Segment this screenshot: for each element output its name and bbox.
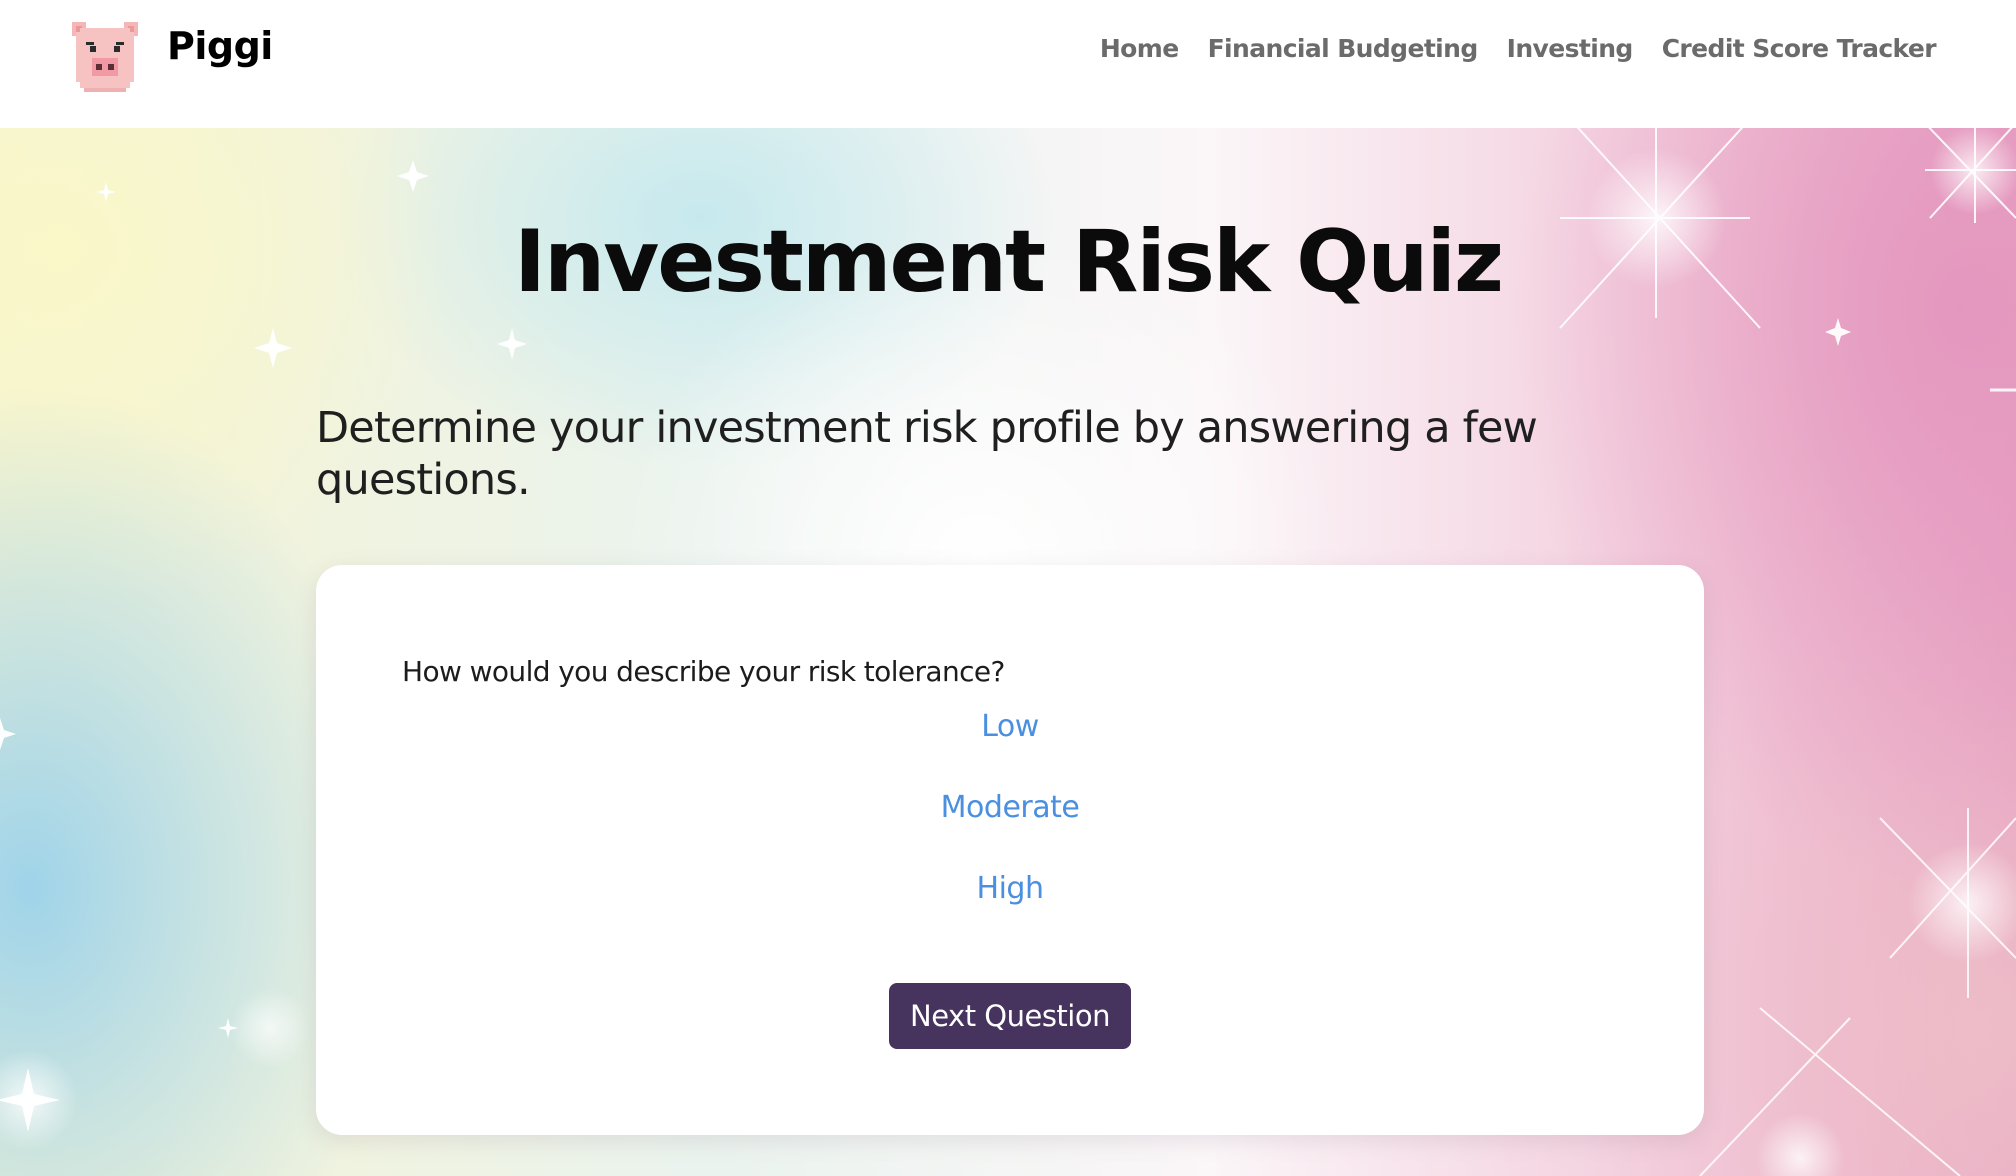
option-low[interactable]: Low	[981, 709, 1039, 790]
nav-financial-budgeting[interactable]: Financial Budgeting	[1208, 34, 1479, 63]
pig-icon[interactable]	[72, 20, 138, 92]
quiz-options: Low Moderate High	[316, 709, 1704, 952]
quiz-question: How would you describe your risk toleran…	[402, 655, 1005, 688]
page-subtitle: Determine your investment risk profile b…	[316, 403, 1538, 505]
nav-home[interactable]: Home	[1100, 34, 1179, 63]
next-question-button[interactable]: Next Question	[889, 983, 1131, 1049]
nav-investing[interactable]: Investing	[1507, 34, 1634, 63]
site-header: Piggi Home Financial Budgeting Investing…	[0, 0, 2016, 128]
option-moderate[interactable]: Moderate	[941, 790, 1080, 871]
page-title: Investment Risk Quiz	[513, 212, 1504, 312]
brand-name[interactable]: Piggi	[167, 24, 273, 68]
option-high[interactable]: High	[977, 871, 1044, 952]
nav-credit-score-tracker[interactable]: Credit Score Tracker	[1662, 34, 1937, 63]
main-nav: Home Financial Budgeting Investing Credi…	[1100, 34, 1937, 63]
quiz-card: How would you describe your risk toleran…	[316, 565, 1704, 1135]
